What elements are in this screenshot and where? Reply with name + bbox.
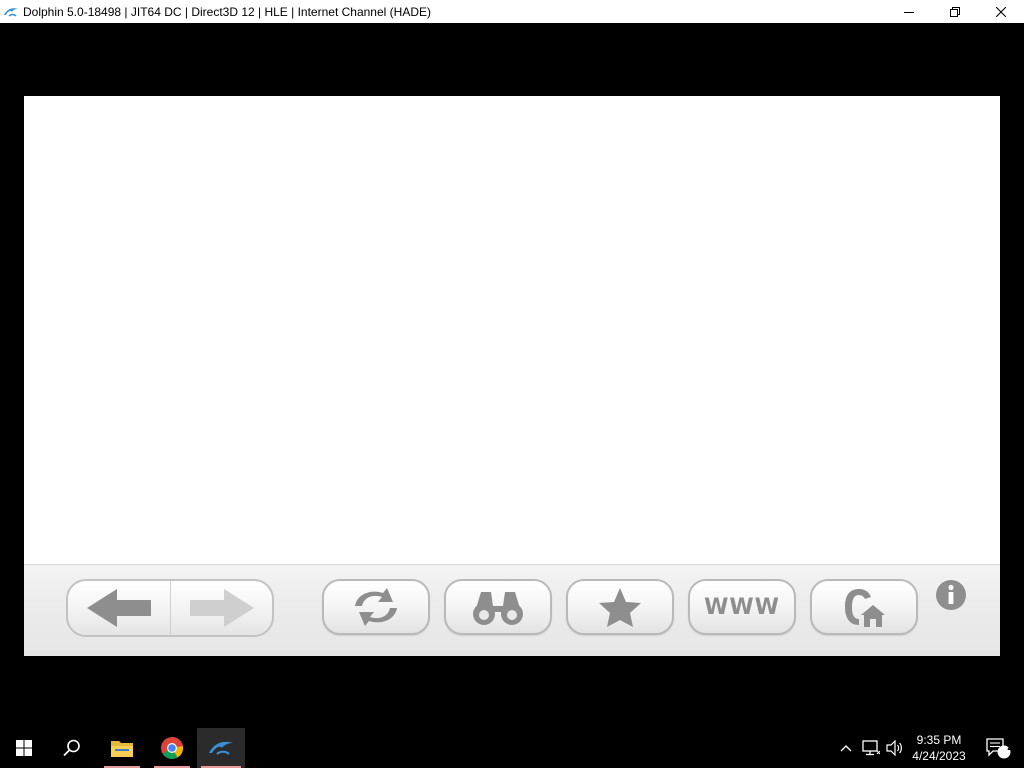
navigation-button-group <box>66 579 274 637</box>
file-explorer-icon <box>111 741 133 757</box>
render-viewport[interactable]: WWW <box>0 23 1024 728</box>
favorites-button[interactable] <box>566 579 674 635</box>
file-explorer-taskbar-button[interactable] <box>100 728 144 768</box>
network-tray-button[interactable] <box>860 728 882 768</box>
minimize-button[interactable] <box>886 0 932 23</box>
windows-logo-icon <box>16 740 32 756</box>
forward-button[interactable] <box>171 581 272 635</box>
window-title: Dolphin 5.0-18498 | JIT64 DC | Direct3D … <box>23 4 431 19</box>
star-icon <box>599 588 641 627</box>
dolphin-app-icon <box>2 5 20 19</box>
back-arrow-icon <box>87 589 151 627</box>
dolphin-window: Dolphin 5.0-18498 | JIT64 DC | Direct3D … <box>0 0 1024 728</box>
search-button[interactable] <box>444 579 552 635</box>
search-icon <box>63 739 80 757</box>
back-button[interactable] <box>68 581 171 635</box>
clock-time: 9:35 PM <box>916 733 962 747</box>
reload-button[interactable] <box>322 579 430 635</box>
close-icon <box>996 6 1006 17</box>
search-button-taskbar[interactable] <box>48 728 96 768</box>
clock-date: 4/24/2023 <box>912 749 966 763</box>
www-button[interactable]: WWW <box>688 579 796 635</box>
clock[interactable]: 9:35 PM 4/24/2023 <box>906 728 972 768</box>
restore-icon <box>950 6 960 17</box>
reload-icon <box>355 588 397 626</box>
info-button[interactable] <box>932 579 970 611</box>
action-center-button[interactable]: 2 <box>978 728 1018 768</box>
close-button[interactable] <box>978 0 1024 23</box>
minimize-icon <box>904 11 914 13</box>
internet-channel-screen[interactable]: WWW <box>24 96 1000 656</box>
browser-page-area[interactable] <box>24 96 1000 564</box>
info-icon <box>936 580 966 610</box>
show-hidden-icons-button[interactable] <box>836 728 856 768</box>
www-label: WWW <box>704 594 780 620</box>
volume-tray-button[interactable] <box>884 728 906 768</box>
title-bar[interactable]: Dolphin 5.0-18498 | JIT64 DC | Direct3D … <box>0 0 1024 23</box>
chrome-icon <box>161 736 184 759</box>
notification-count-badge: 2 <box>1007 742 1013 753</box>
dolphin-taskbar-button[interactable] <box>197 728 245 768</box>
restore-button[interactable] <box>932 0 978 23</box>
chevron-up-icon <box>840 745 852 752</box>
dolphin-icon <box>209 741 233 755</box>
forward-arrow-icon <box>189 589 254 627</box>
start-page-button[interactable] <box>810 579 918 635</box>
home-icon <box>845 589 885 627</box>
speaker-icon <box>886 740 902 756</box>
window-controls <box>886 0 1024 23</box>
chrome-taskbar-button[interactable] <box>150 728 194 768</box>
taskbar: 9:35 PM 4/24/2023 2 <box>0 728 1024 768</box>
binoculars-icon <box>473 592 523 625</box>
network-icon <box>862 740 880 756</box>
browser-toolbar: WWW <box>24 564 1000 656</box>
start-button[interactable] <box>0 728 48 768</box>
